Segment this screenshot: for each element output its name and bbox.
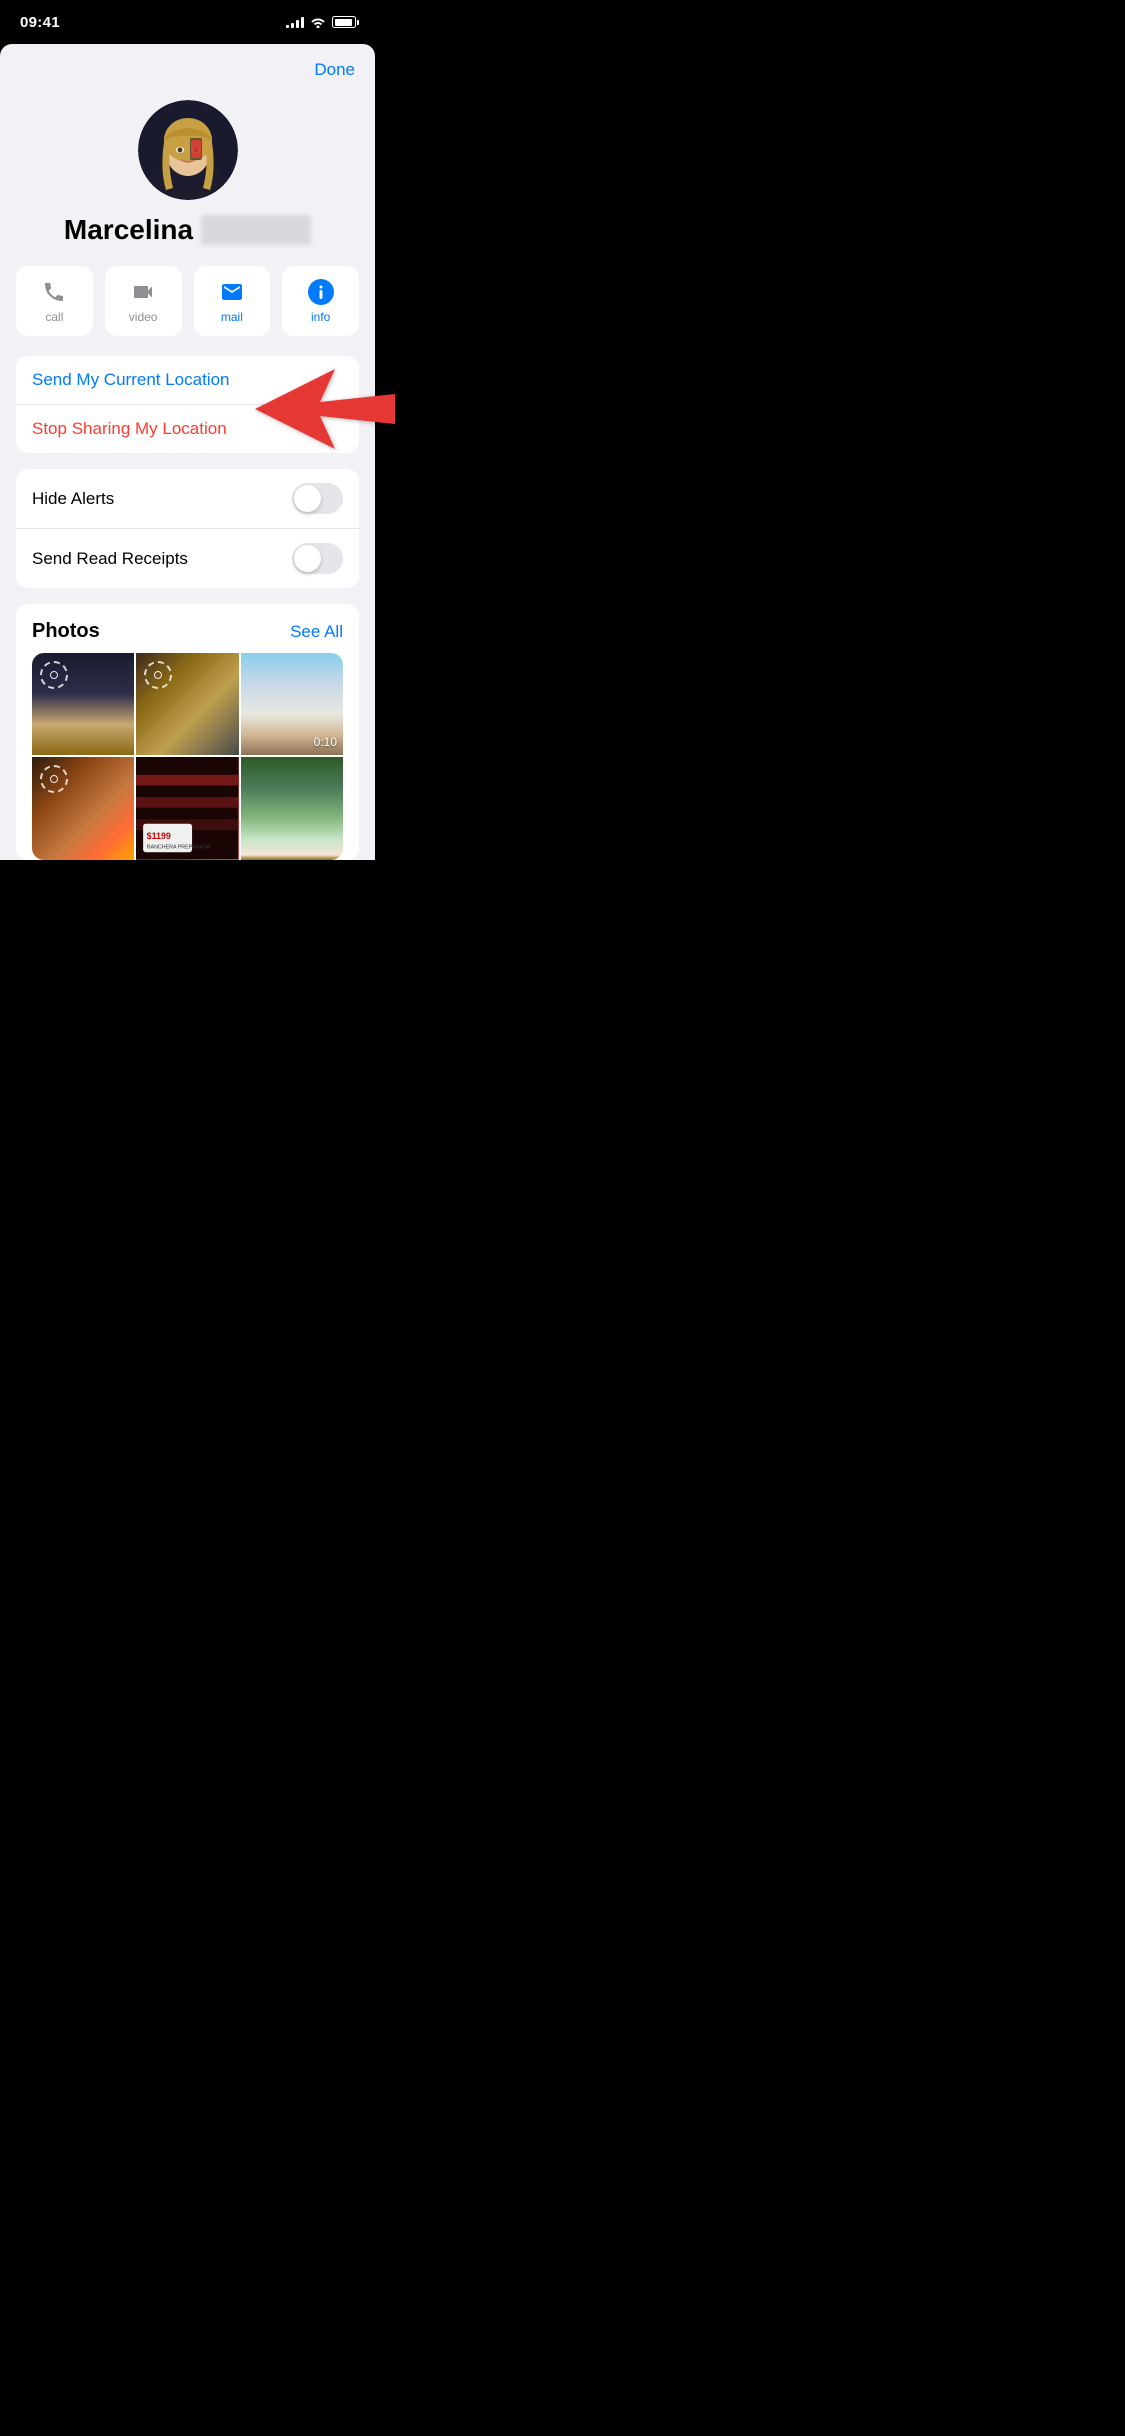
battery-icon: [332, 16, 359, 28]
info-icon: [307, 278, 335, 306]
call-button[interactable]: call: [16, 266, 93, 336]
hide-alerts-label: Hide Alerts: [32, 489, 114, 509]
photo-cell-1[interactable]: [32, 653, 134, 755]
mail-label: mail: [221, 310, 243, 324]
photos-title: Photos: [32, 620, 100, 643]
done-button[interactable]: Done: [314, 60, 355, 80]
photos-section: Photos See All 0:10: [16, 604, 359, 860]
send-read-receipts-label: Send Read Receipts: [32, 549, 188, 569]
photo-cell-6[interactable]: [241, 757, 343, 859]
video-label: video: [129, 310, 158, 324]
signal-icon: [286, 16, 304, 28]
hide-alerts-toggle[interactable]: [292, 483, 343, 514]
stop-sharing-row[interactable]: Stop Sharing My Location: [16, 405, 359, 453]
send-read-receipts-row: Send Read Receipts: [16, 529, 359, 588]
info-button[interactable]: info: [282, 266, 359, 336]
live-photo-indicator-4: [40, 765, 68, 793]
photo-cell-3[interactable]: 0:10: [241, 653, 343, 755]
avatar-image: [138, 100, 238, 200]
avatar: [138, 100, 238, 200]
live-photo-indicator-2: [144, 661, 172, 689]
photos-header: Photos See All: [16, 604, 359, 653]
location-actions-card: Send My Current Location Stop Sharing My…: [16, 356, 359, 453]
hide-alerts-row: Hide Alerts: [16, 469, 359, 529]
send-location-row[interactable]: Send My Current Location: [16, 356, 359, 405]
profile-section: Marcelina: [0, 88, 375, 266]
svg-text:$1199: $1199: [147, 831, 171, 841]
live-photo-indicator-1: [40, 661, 68, 689]
action-buttons-row: call video mail: [0, 266, 375, 356]
contact-last-name-blurred: [201, 215, 311, 245]
mail-button[interactable]: mail: [194, 266, 271, 336]
status-bar: 09:41: [0, 0, 375, 44]
send-location-label: Send My Current Location: [32, 370, 230, 390]
photo-cell-4[interactable]: [32, 757, 134, 859]
photo-content-5: $1199 RANCHERA PREPARADA: [136, 757, 238, 859]
video-duration: 0:10: [314, 735, 337, 749]
call-label: call: [45, 310, 63, 324]
video-button[interactable]: video: [105, 266, 182, 336]
video-icon: [129, 278, 157, 306]
contact-name-row: Marcelina: [64, 214, 311, 246]
mail-icon: [218, 278, 246, 306]
svg-text:RANCHERA PREPARADA: RANCHERA PREPARADA: [147, 845, 211, 851]
main-content: Done: [0, 44, 375, 860]
send-read-receipts-toggle[interactable]: [292, 543, 343, 574]
contact-first-name: Marcelina: [64, 214, 193, 246]
status-icons: [286, 16, 359, 28]
photos-grid: 0:10 $1199 RANCHERA P: [32, 653, 343, 860]
see-all-button[interactable]: See All: [290, 622, 343, 642]
photo-cell-2[interactable]: [136, 653, 238, 755]
info-label: info: [311, 310, 330, 324]
header: Done: [0, 44, 375, 88]
settings-card: Hide Alerts Send Read Receipts: [16, 469, 359, 588]
wifi-icon: [310, 16, 326, 28]
call-icon: [40, 278, 68, 306]
location-card: Send My Current Location Stop Sharing My…: [0, 356, 375, 453]
status-time: 09:41: [20, 14, 60, 31]
photo-cell-5[interactable]: $1199 RANCHERA PREPARADA: [136, 757, 238, 859]
stop-sharing-label: Stop Sharing My Location: [32, 419, 227, 439]
